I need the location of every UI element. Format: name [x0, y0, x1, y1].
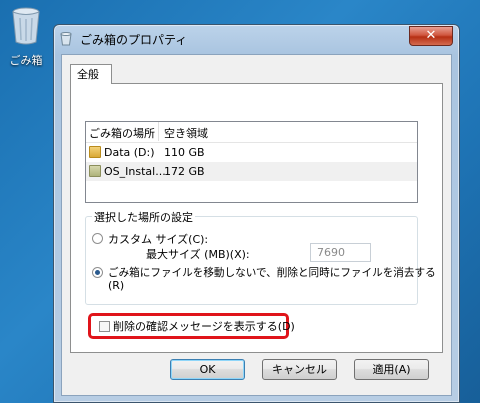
list-header: ごみ箱の場所 空き領域 [86, 122, 417, 143]
column-header-location[interactable]: ごみ箱の場所 [89, 125, 155, 141]
tab-general[interactable]: 全般 [70, 64, 112, 84]
list-item[interactable]: Data (D:) 110 GB [86, 143, 417, 162]
apply-button[interactable]: 適用(A) [354, 359, 429, 380]
confirm-delete-label[interactable]: 削除の確認メッセージを表示する(D) [113, 318, 295, 334]
free-space-value: 172 GB [164, 165, 205, 178]
folder-icon [89, 146, 101, 158]
dialog-client-area: 全般 ごみ箱の場所 空き領域 Data (D:) 110 GB OS_Insta… [61, 54, 452, 396]
confirm-delete-highlight: 削除の確認メッセージを表示する(D) [88, 313, 295, 339]
column-divider[interactable] [158, 122, 159, 141]
drive-folder-icon [89, 165, 101, 177]
cancel-button[interactable]: キャンセル [262, 359, 337, 380]
free-space-value: 110 GB [164, 146, 205, 159]
custom-size-label: カスタム サイズ(C): [108, 233, 209, 246]
max-size-label: 最大サイズ (MB)(X): [146, 248, 250, 261]
window-title: ごみ箱のプロパティ [80, 33, 188, 47]
delete-immediately-radio[interactable] [92, 267, 103, 278]
column-header-free-space[interactable]: 空き領域 [164, 125, 208, 141]
list-item[interactable]: OS_Instal... 172 GB [86, 162, 417, 181]
confirm-delete-checkbox[interactable] [99, 321, 110, 332]
recycle-bin-small-icon [60, 32, 72, 46]
recycle-bin-label: ごみ箱 [9, 54, 43, 67]
close-button[interactable]: ✕ [409, 26, 453, 46]
recycle-bin-icon [11, 6, 41, 46]
ok-button[interactable]: OK [170, 359, 245, 380]
group-title: 選択した場所の設定 [92, 209, 195, 225]
location-name: OS_Instal... [104, 165, 166, 178]
properties-window: ごみ箱のプロパティ ✕ 全般 ごみ箱の場所 空き領域 Data (D:) 110… [53, 24, 460, 403]
delete-immediately-label: ごみ箱にファイルを移動しないで、削除と同時にファイルを消去する [108, 267, 436, 279]
recycle-bin-desktop-icon[interactable]: ごみ箱 [2, 4, 50, 68]
location-settings-group: 選択した場所の設定 カスタム サイズ(C): 最大サイズ (MB)(X): 76… [85, 209, 436, 305]
max-size-input[interactable]: 7690 [310, 243, 371, 262]
delete-immediately-label-suffix: (R) [108, 279, 125, 292]
custom-size-radio[interactable] [92, 233, 103, 244]
location-name: Data (D:) [104, 146, 155, 159]
location-list[interactable]: ごみ箱の場所 空き領域 Data (D:) 110 GB OS_Instal..… [85, 121, 418, 203]
title-bar[interactable]: ごみ箱のプロパティ ✕ [54, 25, 459, 53]
